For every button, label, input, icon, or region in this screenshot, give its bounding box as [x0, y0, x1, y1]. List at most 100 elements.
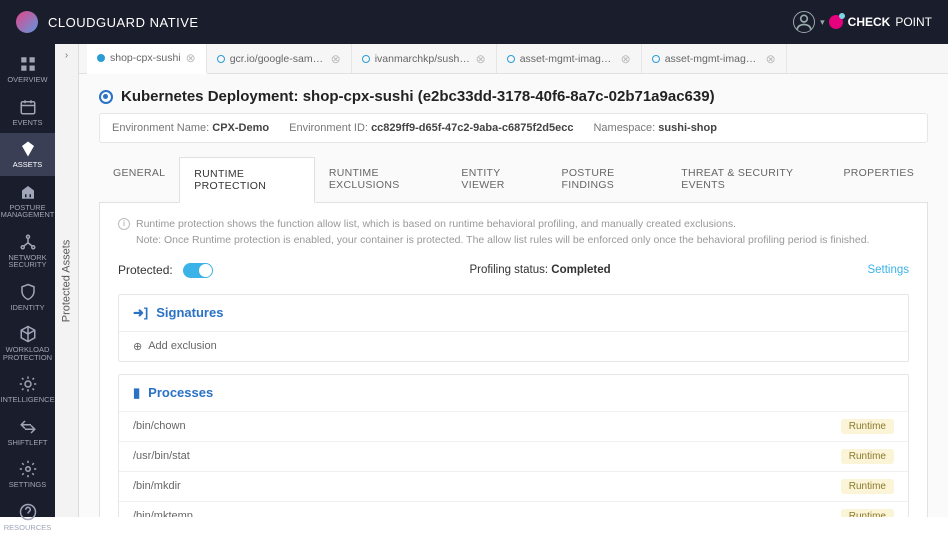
asset-tab-4[interactable]: asset-mgmt-imagesca... ⊗	[642, 44, 787, 73]
nav-events[interactable]: EVENTS	[0, 91, 55, 134]
runtime-badge: Runtime	[841, 419, 894, 434]
nav-label: WORKLOAD PROTECTION	[0, 346, 55, 361]
runtime-badge: Runtime	[841, 509, 894, 518]
nav-workload[interactable]: WORKLOAD PROTECTION	[0, 318, 55, 368]
nav-posture[interactable]: POSTURE MANAGEMENT	[0, 176, 55, 226]
topbar-left: CLOUDGUARD NATIVE	[16, 11, 199, 33]
gear-icon	[19, 460, 37, 478]
nav-label: EVENTS	[12, 119, 42, 127]
nav-identity[interactable]: IDENTITY	[0, 276, 55, 319]
tab-runtime-exclusions[interactable]: RUNTIME EXCLUSIONS	[315, 157, 448, 202]
nav-assets[interactable]: ASSETS	[0, 133, 55, 176]
profiling-value: Completed	[551, 264, 610, 276]
nav-overview[interactable]: OVERVIEW	[0, 48, 55, 91]
nav-intelligence[interactable]: INTELLIGENCE	[0, 368, 55, 411]
status-row: Protected: Profiling status: Completed S…	[118, 263, 909, 278]
processes-header[interactable]: ▮ Processes	[119, 375, 908, 411]
nav-network[interactable]: NETWORK SECURITY	[0, 226, 55, 276]
arrows-icon	[19, 418, 37, 436]
processes-section: ▮ Processes /bin/chownRuntime/usr/bin/st…	[118, 374, 909, 518]
tab-indicator-icon	[97, 54, 105, 62]
env-id-label: Environment ID:	[289, 122, 368, 134]
signatures-section: ➜] Signatures ⊕ Add exclusion	[118, 294, 909, 362]
profiling-status: Profiling status: Completed	[223, 264, 858, 276]
tab-label: shop-cpx-sushi	[110, 52, 181, 64]
nav-label: IDENTITY	[10, 304, 44, 312]
close-icon[interactable]: ⊗	[331, 52, 341, 66]
processes-title: Processes	[148, 385, 213, 400]
topbar-right: CHECK POINT	[793, 11, 932, 33]
nav-label: RESOURCES	[4, 524, 52, 532]
tab-properties[interactable]: PROPERTIES	[830, 157, 929, 202]
main-content: shop-cpx-sushi ⊗ gcr.io/google-samples...…	[79, 44, 948, 517]
add-exclusion-button[interactable]: ⊕ Add exclusion	[119, 331, 908, 361]
tab-entity-viewer[interactable]: ENTITY VIEWER	[447, 157, 547, 202]
tab-label: asset-mgmt-imagesca...	[665, 53, 761, 65]
close-icon[interactable]: ⊗	[476, 52, 486, 66]
checkpoint-dot-icon	[829, 15, 843, 29]
brain-icon	[19, 375, 37, 393]
close-icon[interactable]: ⊗	[186, 51, 196, 65]
close-icon[interactable]: ⊗	[621, 52, 631, 66]
nav-settings[interactable]: SETTINGS	[0, 453, 55, 496]
asset-tabs: shop-cpx-sushi ⊗ gcr.io/google-samples...…	[79, 44, 948, 74]
content-scroll[interactable]: Kubernetes Deployment: shop-cpx-sushi (e…	[79, 74, 948, 517]
tab-indicator-icon	[507, 55, 515, 63]
asset-tab-1[interactable]: gcr.io/google-samples... ⊗	[207, 44, 352, 73]
plus-icon: ⊕	[133, 340, 142, 353]
user-menu-icon[interactable]	[793, 11, 815, 33]
protected-assets-tab[interactable]: › Protected Assets	[55, 44, 79, 517]
process-list: /bin/chownRuntime/usr/bin/statRuntime/bi…	[119, 411, 908, 518]
tab-general[interactable]: GENERAL	[99, 157, 179, 202]
chevron-right-icon: ›	[65, 50, 68, 61]
process-row[interactable]: /bin/mkdir Runtime	[119, 471, 908, 501]
runtime-panel: i Runtime protection shows the function …	[99, 203, 928, 517]
asset-tab-0[interactable]: shop-cpx-sushi ⊗	[87, 44, 207, 74]
detail-tabs: GENERAL RUNTIME PROTECTION RUNTIME EXCLU…	[99, 157, 928, 203]
kubernetes-icon	[99, 90, 113, 104]
close-icon[interactable]: ⊗	[766, 52, 776, 66]
tab-label: ivanmarchkp/sushi(lat...	[375, 53, 471, 65]
tab-threat-events[interactable]: THREAT & SECURITY EVENTS	[667, 157, 829, 202]
nav-label: SHIFTLEFT	[7, 439, 47, 447]
asset-tab-3[interactable]: asset-mgmt-imagesca... ⊗	[497, 44, 642, 73]
tab-label: gcr.io/google-samples...	[230, 53, 326, 65]
topbar: CLOUDGUARD NATIVE CHECK POINT	[0, 0, 948, 44]
process-row[interactable]: /usr/bin/statRuntime	[119, 441, 908, 471]
tab-label: asset-mgmt-imagesca...	[520, 53, 616, 65]
product-name: CLOUDGUARD NATIVE	[48, 15, 199, 30]
page-title: Kubernetes Deployment: shop-cpx-sushi (e…	[121, 88, 715, 105]
process-path: /bin/mkdir	[133, 480, 181, 492]
add-exclusion-label: Add exclusion	[148, 340, 217, 352]
asset-tab-2[interactable]: ivanmarchkp/sushi(lat... ⊗	[352, 44, 497, 73]
runtime-badge: Runtime	[841, 479, 894, 494]
process-icon: ▮	[133, 385, 140, 401]
namespace-value: sushi-shop	[658, 122, 717, 134]
tab-indicator-icon	[217, 55, 225, 63]
info-line1: Runtime protection shows the function al…	[136, 217, 869, 233]
info-icon: i	[118, 218, 130, 230]
nav-shiftleft[interactable]: SHIFTLEFT	[0, 411, 55, 454]
nav-label: ASSETS	[13, 161, 43, 169]
profiling-label: Profiling status:	[469, 264, 548, 276]
signatures-header[interactable]: ➜] Signatures	[119, 295, 908, 331]
info-note: i Runtime protection shows the function …	[118, 217, 909, 249]
info-line2: Note: Once Runtime protection is enabled…	[136, 233, 869, 249]
nav-label: INTELLIGENCE	[0, 396, 54, 404]
env-name-value: CPX-Demo	[212, 122, 269, 134]
tab-indicator-icon	[362, 55, 370, 63]
env-name-label: Environment Name:	[112, 122, 209, 134]
tab-posture-findings[interactable]: POSTURE FINDINGS	[548, 157, 668, 202]
process-row[interactable]: /bin/chownRuntime	[119, 411, 908, 441]
building-icon	[19, 183, 37, 201]
env-id-value: cc829ff9-d65f-47c2-9aba-c6875f2d5ecc	[371, 122, 573, 134]
process-row[interactable]: /bin/mktemp Runtime	[119, 501, 908, 518]
help-icon	[19, 503, 37, 521]
settings-link[interactable]: Settings	[867, 264, 909, 276]
nav-label: OVERVIEW	[7, 76, 47, 84]
namespace-label: Namespace:	[593, 122, 655, 134]
tab-runtime-protection[interactable]: RUNTIME PROTECTION	[179, 157, 315, 203]
protected-toggle[interactable]	[183, 263, 213, 278]
process-path: /bin/mktemp	[133, 510, 193, 517]
sidenav: OVERVIEW EVENTS ASSETS POSTURE MANAGEMEN…	[0, 44, 55, 517]
